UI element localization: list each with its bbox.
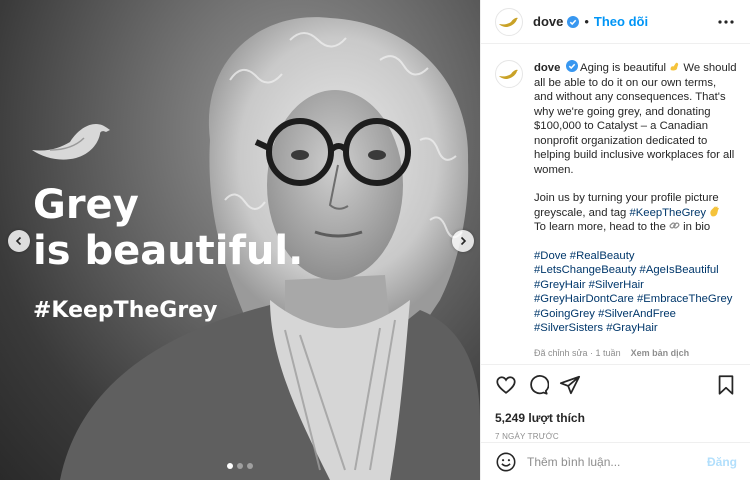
edited-label: Đã chỉnh sửa · 1 tuần xyxy=(534,347,621,358)
link-emoji-icon xyxy=(669,222,680,229)
verified-badge-icon xyxy=(565,60,578,72)
hashtag-link[interactable]: #LetsChangeBeauty xyxy=(534,264,636,276)
caption-meta: Đã chỉnh sửa · 1 tuần Xem bản dịch xyxy=(534,346,737,361)
caption-intro: Aging is beautiful xyxy=(580,62,667,74)
header-separator: • xyxy=(584,14,589,29)
dove-avatar-icon xyxy=(499,17,518,27)
hashtag-link[interactable]: #GrayHair xyxy=(606,322,657,334)
hashtag-link[interactable]: #SilverAndFree xyxy=(598,308,676,320)
hashtag-link[interactable]: #SilverHair xyxy=(589,279,644,291)
hashtag-link[interactable]: #EmbraceTheGrey xyxy=(637,293,732,305)
heart-icon[interactable] xyxy=(495,374,517,396)
flexed-arm-emoji-icon xyxy=(670,62,679,71)
hashtag-link[interactable]: #GreyHair xyxy=(534,279,585,291)
hashtag-list: #Dove #RealBeauty #LetsChangeBeauty #Age… xyxy=(534,249,737,336)
post-header: dove • Theo dõi xyxy=(481,0,750,44)
caption-in-bio: in bio xyxy=(680,221,711,233)
emoji-picker-icon[interactable] xyxy=(495,451,517,473)
chevron-right-icon xyxy=(460,236,467,246)
comment-bar: Đăng xyxy=(481,442,750,480)
post-actions: 5,249 lượt thích 7 NGÀY TRƯỚC xyxy=(481,364,750,441)
post-comment-button[interactable]: Đăng xyxy=(707,455,737,469)
verified-badge-icon xyxy=(567,15,580,28)
avatar[interactable] xyxy=(495,7,523,36)
more-options-icon xyxy=(718,19,734,24)
post-side-panel: dove • Theo dõi dove Aging is beautiful … xyxy=(480,0,750,480)
previous-slide-button[interactable] xyxy=(8,230,30,252)
like-count[interactable]: 5,249 lượt thích xyxy=(495,411,737,425)
slide-dot xyxy=(237,463,243,469)
header-username[interactable]: dove xyxy=(533,14,563,29)
hashtag-link[interactable]: #SilverSisters xyxy=(534,322,603,334)
hashtag-link[interactable]: #AgeIsBeautiful xyxy=(640,264,719,276)
caption-avatar[interactable] xyxy=(495,60,523,88)
headline-line-1: Grey xyxy=(33,182,139,228)
dove-logo-icon xyxy=(32,124,110,160)
slide-indicator xyxy=(0,463,480,469)
chevron-left-icon xyxy=(15,236,22,246)
caption-paragraph-1: We should all be able to do it on our ow… xyxy=(534,62,737,176)
hashtag-link[interactable]: #RealBeauty xyxy=(570,250,635,262)
slide-dot xyxy=(247,463,253,469)
comment-icon[interactable] xyxy=(527,374,549,396)
comment-input[interactable] xyxy=(527,454,707,469)
caption: dove Aging is beautiful We should all be… xyxy=(495,52,737,360)
hashtag-link[interactable]: #KeepTheGrey xyxy=(629,207,706,219)
waving-hand-emoji-icon xyxy=(710,206,720,216)
caption-username[interactable]: dove xyxy=(534,62,560,74)
hashtag-link[interactable]: #GreyHairDontCare xyxy=(534,293,634,305)
post-timestamp[interactable]: 7 NGÀY TRƯỚC xyxy=(495,432,737,441)
next-slide-button[interactable] xyxy=(452,230,474,252)
caption-learn-more: To learn more, head to the xyxy=(534,221,666,233)
action-bar xyxy=(495,373,737,397)
caption-text: dove Aging is beautiful We should all be… xyxy=(534,52,737,360)
media-hashtag: #KeepTheGrey xyxy=(33,298,218,323)
bookmark-icon[interactable] xyxy=(715,374,737,396)
headline: Grey is beautiful. xyxy=(33,182,303,274)
headline-line-2: is beautiful. xyxy=(33,228,304,274)
slide-dot xyxy=(227,463,233,469)
share-icon[interactable] xyxy=(559,374,581,396)
follow-button[interactable]: Theo dõi xyxy=(594,14,648,29)
dove-avatar-icon xyxy=(499,69,518,79)
post-media[interactable]: Grey is beautiful. #KeepTheGrey xyxy=(0,0,480,480)
hashtag-link[interactable]: #Dove xyxy=(534,250,567,262)
hashtag-link[interactable]: #GoingGrey xyxy=(534,308,595,320)
see-translation-button[interactable]: Xem bản dịch xyxy=(631,346,690,361)
more-options-button[interactable] xyxy=(716,12,736,32)
caption-area: dove Aging is beautiful We should all be… xyxy=(481,52,750,362)
